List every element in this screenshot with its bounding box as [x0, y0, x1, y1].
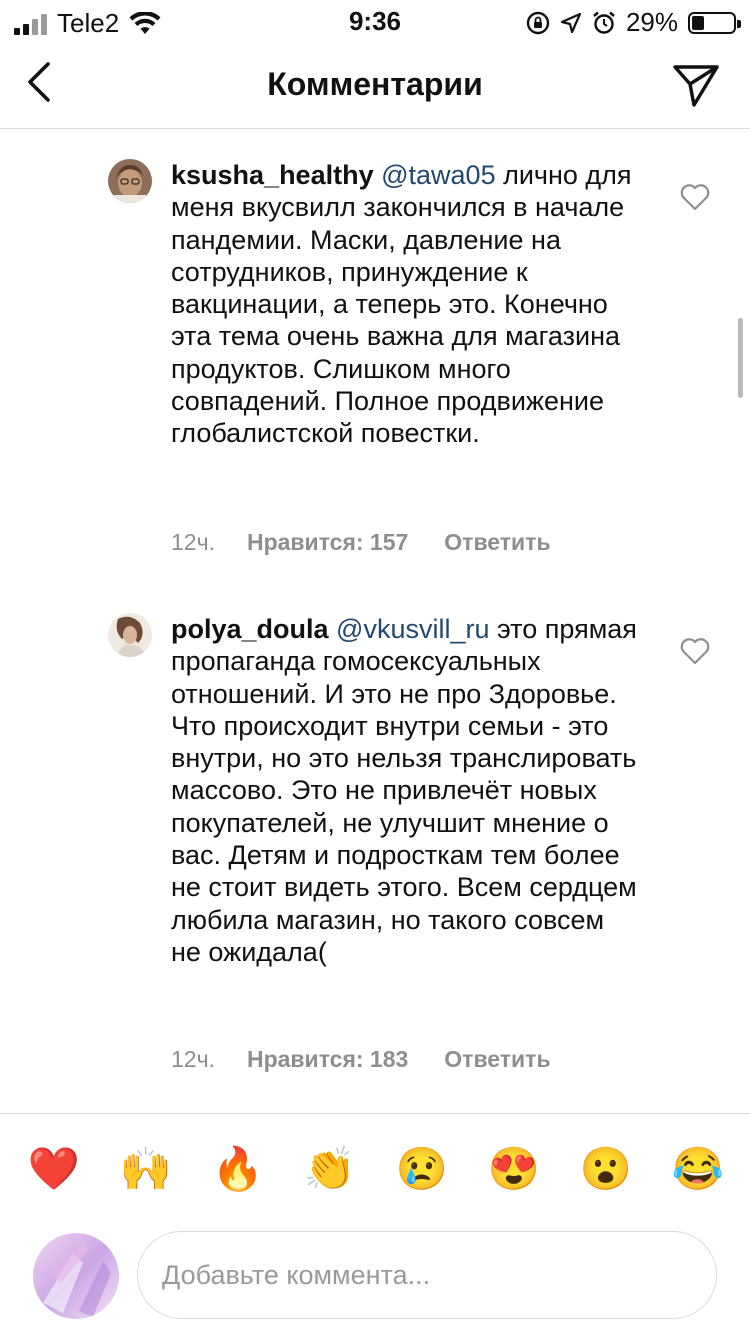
battery-cap: [737, 19, 741, 28]
status-right: 29%: [526, 7, 741, 38]
scroll-indicator[interactable]: [738, 318, 743, 398]
comment-input[interactable]: Добавьте коммента...: [137, 1231, 717, 1319]
heart-icon[interactable]: [680, 183, 710, 211]
avatar-photo: [108, 159, 152, 203]
heart-eyes-emoji[interactable]: 😍: [487, 1142, 541, 1196]
comment-time: 12ч.: [171, 529, 215, 555]
comment-composer: ❤️ 🙌 🔥 👏 😢 😍 😮 😂 Добавьте коммента...: [0, 1113, 750, 1335]
paper-plane-icon[interactable]: [672, 62, 720, 108]
comment-likes[interactable]: Нравится: 183: [247, 1046, 408, 1073]
raising-hands-emoji[interactable]: 🙌: [119, 1142, 173, 1196]
orientation-lock-icon: [526, 11, 550, 34]
laughing-emoji[interactable]: 😂: [671, 1142, 725, 1196]
battery-fill: [692, 15, 704, 30]
reply-button[interactable]: Ответить: [444, 1046, 550, 1073]
fire-emoji[interactable]: 🔥: [211, 1142, 265, 1196]
comment-meta: 12ч. Нравится: 157 Ответить: [171, 529, 551, 556]
comment-meta: 12ч. Нравится: 183 Ответить: [171, 1046, 551, 1073]
avatar-photo: [108, 613, 152, 657]
avatar[interactable]: [108, 159, 152, 203]
location-icon: [560, 12, 582, 33]
nav-bar: Комментарии: [0, 44, 750, 129]
comment-time: 12ч.: [171, 1046, 215, 1072]
reply-button[interactable]: Ответить: [444, 529, 550, 556]
surprised-emoji[interactable]: 😮: [579, 1142, 633, 1196]
comment-text: ksusha_healthy @tawa05 лично для меня вк…: [171, 159, 641, 450]
clapping-emoji[interactable]: 👏: [303, 1142, 357, 1196]
crying-emoji[interactable]: 😢: [395, 1142, 449, 1196]
comment-message: это прямая пропаганда гомосексуальных от…: [171, 614, 637, 967]
comment-message: лично для меня вкусвилл закончился в нач…: [171, 160, 632, 449]
avatar[interactable]: [108, 613, 152, 657]
heart-icon[interactable]: [680, 637, 710, 665]
battery-percent: 29%: [625, 7, 678, 37]
comment-text: polya_doula @vkusvill_ru это прямая проп…: [171, 613, 641, 968]
page-title: Комментарии: [267, 66, 483, 102]
comment-input-placeholder: Добавьте коммента...: [162, 1260, 431, 1290]
alarm-icon: [593, 11, 615, 34]
comment-username[interactable]: ksusha_healthy: [171, 160, 374, 190]
comment-username[interactable]: polya_doula: [171, 614, 329, 644]
comment-mention[interactable]: @vkusvill_ru: [336, 614, 489, 644]
battery-icon: [688, 11, 741, 34]
current-user-avatar: [33, 1233, 119, 1319]
comment-mention[interactable]: @tawa05: [381, 160, 495, 190]
status-bar: Tele2 9:36 29%: [0, 0, 750, 44]
emoji-quick-bar: ❤️ 🙌 🔥 👏 😢 😍 😮 😂: [0, 1142, 750, 1196]
comment-likes[interactable]: Нравится: 157: [247, 529, 408, 556]
heart-emoji[interactable]: ❤️: [27, 1142, 81, 1196]
avatar-photo: [33, 1233, 119, 1319]
